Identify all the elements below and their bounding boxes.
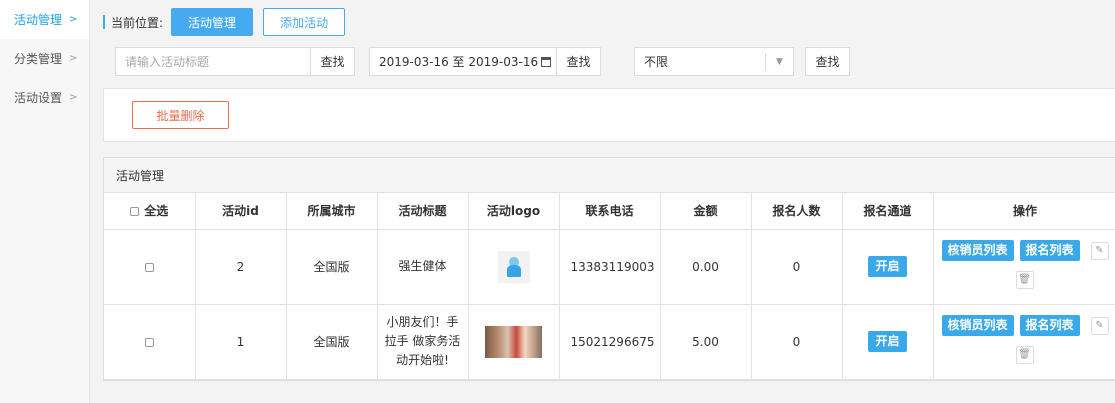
chevron-right-icon: >: [69, 14, 78, 25]
activity-table-panel: 活动管理 全选 活动id 所属城市 活动标题 活动logo 联系电话 金额 报名…: [103, 157, 1115, 381]
chevron-right-icon: >: [69, 53, 78, 64]
amount: 0.00: [660, 229, 752, 305]
sidebar: 活动管理 > 分类管理 > 活动设置 >: [0, 0, 90, 403]
pencil-icon[interactable]: ✎: [1090, 241, 1109, 260]
column-header: 活动logo: [468, 193, 560, 230]
title-search-input[interactable]: 请输入活动标题: [115, 47, 311, 76]
phone: 15021296675: [559, 304, 661, 380]
activity-title: 强生健体: [377, 229, 469, 305]
select-all-checkbox[interactable]: [130, 207, 140, 217]
panel-title: 活动管理: [104, 158, 1115, 193]
channel-status-badge[interactable]: 开启: [868, 256, 907, 277]
activity-title: 小朋友们！手拉手 做家务活动开始啦!: [377, 304, 469, 380]
breadcrumb-label: 当前位置:: [111, 15, 164, 30]
select-all-header[interactable]: 全选: [104, 193, 196, 230]
activity-id: 2: [195, 229, 287, 305]
sidebar-item-category-manage[interactable]: 分类管理 >: [0, 39, 89, 78]
activity-table: 全选 活动id 所属城市 活动标题 活动logo 联系电话 金额 报名人数 报名…: [104, 193, 1115, 380]
date-range-input[interactable]: 2019-03-16 至 2019-03-16: [369, 47, 557, 76]
logo-cell: [468, 229, 560, 305]
column-header: 活动id: [195, 193, 287, 230]
row-checkbox[interactable]: [144, 337, 154, 347]
sidebar-item-activity-manage[interactable]: 活动管理 >: [0, 0, 89, 39]
verifier-list-button[interactable]: 核销员列表: [941, 314, 1014, 336]
signup-count: 0: [751, 229, 843, 305]
activity-manage-button[interactable]: 活动管理: [171, 8, 254, 36]
column-header: 活动标题: [377, 193, 469, 230]
sidebar-item-label: 活动管理: [14, 13, 63, 27]
search-button[interactable]: 查找: [310, 47, 355, 76]
pencil-icon[interactable]: ✎: [1090, 316, 1109, 335]
operations-cell: 核销员列表 报名列表 ✎ 🗑: [933, 304, 1115, 380]
add-activity-button[interactable]: 添加活动: [263, 8, 346, 36]
column-header: 报名通道: [842, 193, 934, 230]
amount: 5.00: [660, 304, 752, 380]
activity-id: 1: [195, 304, 287, 380]
column-header: 所属城市: [286, 193, 378, 230]
dropdown-arrow-icon: ▼: [765, 53, 793, 71]
status-select[interactable]: 不限 ▼: [634, 47, 794, 76]
operations: 核销员列表 报名列表 ✎ 🗑: [934, 305, 1115, 379]
actions-panel: 批量删除: [103, 88, 1115, 142]
row-checkbox[interactable]: [144, 262, 154, 272]
main-content: 当前位置: 活动管理 添加活动 请输入活动标题 查找 2019-03-16 至 …: [91, 0, 1115, 403]
operations: 核销员列表 报名列表 ✎ 🗑: [934, 230, 1115, 304]
activity-logo-image: [497, 250, 530, 283]
table-row: 1 全国版 小朋友们！手拉手 做家务活动开始啦! 15021296675 5.0…: [104, 304, 1115, 380]
date-range-text: 2019-03-16 至 2019-03-16: [379, 55, 539, 69]
sidebar-item-label: 活动设置: [14, 91, 63, 105]
row-select-cell[interactable]: [104, 304, 196, 380]
row-select-cell[interactable]: [104, 229, 196, 305]
column-header: 操作: [933, 193, 1115, 230]
column-header: 联系电话: [559, 193, 661, 230]
select-search-button[interactable]: 查找: [805, 47, 850, 76]
breadcrumb-marker: [103, 15, 105, 29]
calendar-icon: [541, 56, 552, 67]
city: 全国版: [286, 229, 378, 305]
logo-cell: [468, 304, 560, 380]
filter-bar: 请输入活动标题 查找 2019-03-16 至 2019-03-16 查找 不限…: [115, 47, 1115, 76]
batch-delete-button[interactable]: 批量删除: [132, 101, 229, 129]
table-header-row: 全选 活动id 所属城市 活动标题 活动logo 联系电话 金额 报名人数 报名…: [104, 193, 1115, 230]
trash-icon[interactable]: 🗑: [1015, 270, 1034, 289]
phone: 13383119003: [559, 229, 661, 305]
signup-list-button[interactable]: 报名列表: [1019, 314, 1080, 336]
signup-list-button[interactable]: 报名列表: [1019, 239, 1080, 261]
date-search-button[interactable]: 查找: [556, 47, 601, 76]
sidebar-item-label: 分类管理: [14, 52, 63, 66]
activity-logo-image: [485, 325, 542, 358]
operations-cell: 核销员列表 报名列表 ✎ 🗑: [933, 229, 1115, 305]
breadcrumb: 当前位置: 活动管理 添加活动: [103, 8, 346, 36]
channel-cell: 开启: [842, 229, 934, 305]
signup-count: 0: [751, 304, 843, 380]
sidebar-item-activity-settings[interactable]: 活动设置 >: [0, 78, 89, 117]
chevron-right-icon: >: [69, 92, 78, 103]
column-header: 金额: [660, 193, 752, 230]
channel-cell: 开启: [842, 304, 934, 380]
trash-icon[interactable]: 🗑: [1015, 345, 1034, 364]
column-header: 报名人数: [751, 193, 843, 230]
table-row: 2 全国版 强生健体 13383119003 0.00 0 开启 核销员列表 报…: [104, 229, 1115, 305]
select-value: 不限: [644, 55, 669, 69]
verifier-list-button[interactable]: 核销员列表: [941, 239, 1014, 261]
channel-status-badge[interactable]: 开启: [868, 331, 907, 352]
city: 全国版: [286, 304, 378, 380]
select-all-label: 全选: [144, 204, 169, 219]
